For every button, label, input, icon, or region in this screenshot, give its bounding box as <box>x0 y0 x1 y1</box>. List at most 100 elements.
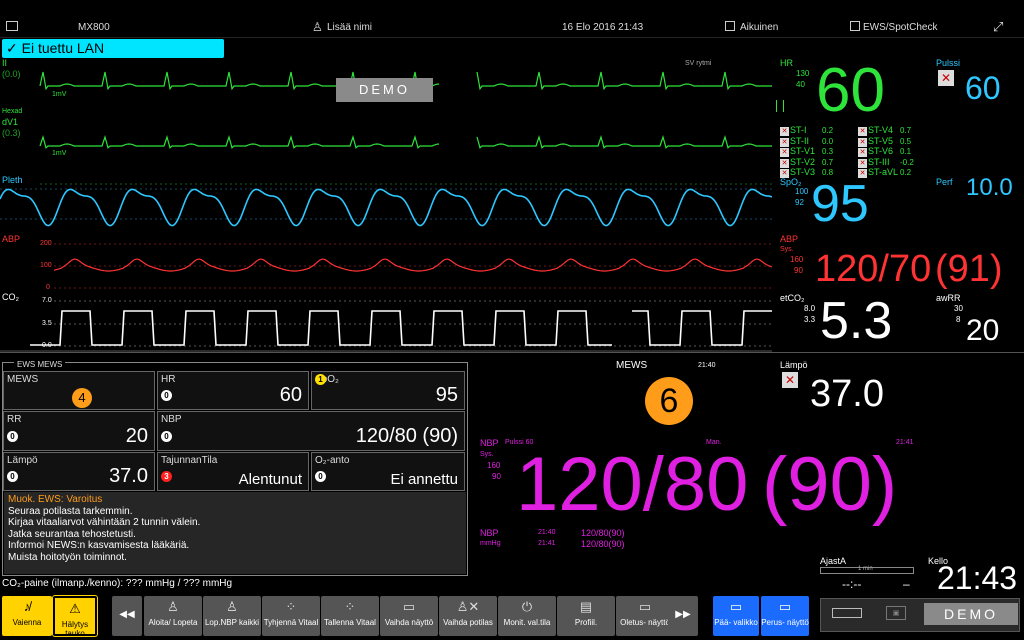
awrr-label[interactable]: awRR <box>936 293 961 303</box>
ecg2-offset: (0.3) <box>2 128 21 138</box>
score-badge: 3 <box>161 471 172 482</box>
hr-value[interactable]: 60 <box>816 60 885 122</box>
nbp-history-time: 21:40 <box>538 529 556 536</box>
ecg2-label[interactable]: dV1 <box>2 117 18 127</box>
etco2-label[interactable]: etCO₂ <box>780 293 805 303</box>
pulse-value[interactable]: 60 <box>965 72 1001 104</box>
ews-cell-label: NBP <box>161 414 182 425</box>
prev-keys-button[interactable]: ◀◀ <box>112 596 142 636</box>
profiles-button[interactable]: ▤ Profiil. <box>557 596 615 636</box>
lan-alert-bar[interactable]: ✓ Ei tuettu LAN <box>2 39 224 58</box>
waveform-area <box>0 71 772 352</box>
ews-title[interactable]: EWS MEWS <box>14 360 66 369</box>
ews-cell-nbp[interactable]: NBP 0 120/80 (90) <box>157 411 465 451</box>
abp-scale-low: 0 <box>46 284 50 291</box>
profile-name[interactable]: EWS/SpotCheck <box>863 22 937 33</box>
divider <box>776 352 1024 353</box>
person-icon: ♙ <box>312 20 323 34</box>
default-screen-button[interactable]: ▭ Oletus- näyttö <box>616 596 674 636</box>
mews-big-label[interactable]: MEWS <box>616 360 647 371</box>
button-label: Lop.NBP kaikki <box>204 618 260 627</box>
monitor-icon[interactable] <box>6 21 18 31</box>
button-label: Hälytys tauko <box>61 620 89 638</box>
temp-value[interactable]: 37.0 <box>810 375 884 413</box>
co2-label[interactable]: CO₂ <box>2 292 19 302</box>
perf-value[interactable]: 10.0 <box>966 176 1013 200</box>
ecg2-tag: Hexad <box>2 108 23 115</box>
temp-label[interactable]: Lämpö <box>780 360 808 370</box>
etco2-value[interactable]: 5.3 <box>820 295 892 347</box>
awrr-value[interactable]: 20 <box>966 316 999 346</box>
abp-value[interactable]: 120/70 <box>815 250 931 288</box>
ews-cell-label: MEWS <box>7 374 39 385</box>
default-screen-icon: ▭ <box>638 599 652 614</box>
hr-label[interactable]: HR <box>780 58 793 68</box>
nbp-alarm-low: 90 <box>492 472 501 481</box>
change-screen-button[interactable]: ▭ Vaihda näyttö <box>380 596 438 636</box>
ews-cell-consciousness[interactable]: TajunnanTila 3 Alentunut <box>157 452 309 491</box>
abp-wave <box>53 258 772 272</box>
st-segment-list[interactable]: ✕ ST-I 0.2 ✕ ST-II 0.0 ✕ ST-V1 0.3 ✕ ST-V2 0.7 ✕ ST-V… <box>780 125 940 178</box>
pleth-label[interactable]: Pleth <box>2 175 23 185</box>
start-stop-button[interactable]: ♙ Aloita/ Lopeta <box>144 596 202 636</box>
ews-cell-value: 60 <box>279 384 302 406</box>
clear-icon: ⁘ <box>285 599 297 614</box>
spo2-label[interactable]: SpO₂ <box>780 177 802 187</box>
main-menu-button[interactable]: ▭ Pää- valikko <box>713 596 759 636</box>
patient-name[interactable]: Lisää nimi <box>327 22 372 33</box>
nbp-stop-icon: ♙ <box>226 599 238 614</box>
device-name: MX800 <box>78 22 110 33</box>
score-badge: 0 <box>7 471 18 482</box>
ews-cell-rr[interactable]: RR 0 20 <box>3 411 155 451</box>
button-label: Oletus- näyttö <box>620 618 670 627</box>
ews-cell-value: 37.0 <box>109 465 148 487</box>
nbp-label[interactable]: NBP <box>480 438 499 448</box>
alarm-pause-button[interactable]: ⚠ Hälytys tauko <box>52 595 98 638</box>
st-value: 0.0 <box>822 136 834 146</box>
hr-alarm-high: 130 <box>796 69 810 78</box>
timer-label[interactable]: AjastA <box>820 556 846 566</box>
change-patient-button[interactable]: ♙✕ Vaihda potilas <box>439 596 497 636</box>
ews-cell-mews[interactable]: MEWS 4 <box>3 371 155 410</box>
ews-cell-label: Lämpö <box>7 455 38 466</box>
ews-cell-oxygen[interactable]: O₂-anto 0 Ei annettu <box>311 452 465 491</box>
ecg1-label[interactable]: II <box>2 58 7 68</box>
basic-screen-button[interactable]: ▭ Perus- näyttö <box>761 596 809 636</box>
ews-cell-spo2[interactable]: SpO₂ 1 95 <box>311 371 465 410</box>
resize-icon[interactable]: ⤢ <box>993 19 1003 35</box>
perf-label[interactable]: Perf <box>936 177 953 187</box>
ews-cell-hr[interactable]: HR 0 60 <box>157 371 309 410</box>
nbp-value[interactable]: 120/80 <box>516 447 748 523</box>
abp-label[interactable]: ABP <box>2 234 20 244</box>
demo-watermark: DEMO <box>336 78 433 102</box>
stop-all-nbp-button[interactable]: ♙ Lop.NBP kaikki <box>203 596 261 636</box>
battery-icon[interactable] <box>832 608 862 618</box>
demo-mode-badge[interactable]: DEMO <box>924 603 1018 625</box>
nbp-start-icon: ♙ <box>167 599 179 614</box>
st-item: ✕ ST-V5 0.5 <box>858 136 911 147</box>
spo2-value[interactable]: 95 <box>811 178 869 230</box>
st-value: 0.3 <box>822 147 834 156</box>
ews-cell-temp[interactable]: Lämpö 0 37.0 <box>3 452 155 491</box>
abp-numeric-label[interactable]: ABP <box>780 234 798 244</box>
pulse-label[interactable]: Pulssi <box>936 58 960 68</box>
profiles-icon: ▤ <box>579 599 593 614</box>
next-keys-button[interactable]: ▶▶ <box>668 596 698 636</box>
abp-mean-value[interactable]: (91) <box>935 250 1003 288</box>
nbp-mean-value[interactable]: (90) <box>762 447 897 523</box>
mews-big-score[interactable]: 6 <box>645 377 693 425</box>
clock-value[interactable]: 21:43 <box>937 562 1017 594</box>
patient-category[interactable]: Aikuinen <box>740 22 778 33</box>
clear-vitals-button[interactable]: ⁘ Tyhjennä Vitaal <box>262 596 320 636</box>
abp-alarm-low: 90 <box>794 266 803 275</box>
monitor-mode-button[interactable]: ⏻ Monit. val.tila <box>498 596 556 636</box>
silence-button[interactable]: ♪̸ Vaienna <box>2 596 52 636</box>
abp-scale-high: 200 <box>40 240 52 247</box>
nbp-time: 21:41 <box>896 439 914 446</box>
save-vitals-button[interactable]: ⁘ Tallenna Vitaal <box>321 596 379 636</box>
nbp-history-value: 120/80(90) <box>581 528 625 538</box>
divider <box>0 352 776 353</box>
spo2-alarm-low: 92 <box>795 198 804 207</box>
etco2-alarm-low: 3.3 <box>804 315 816 324</box>
co2-scale-high: 7.0 <box>42 297 52 304</box>
